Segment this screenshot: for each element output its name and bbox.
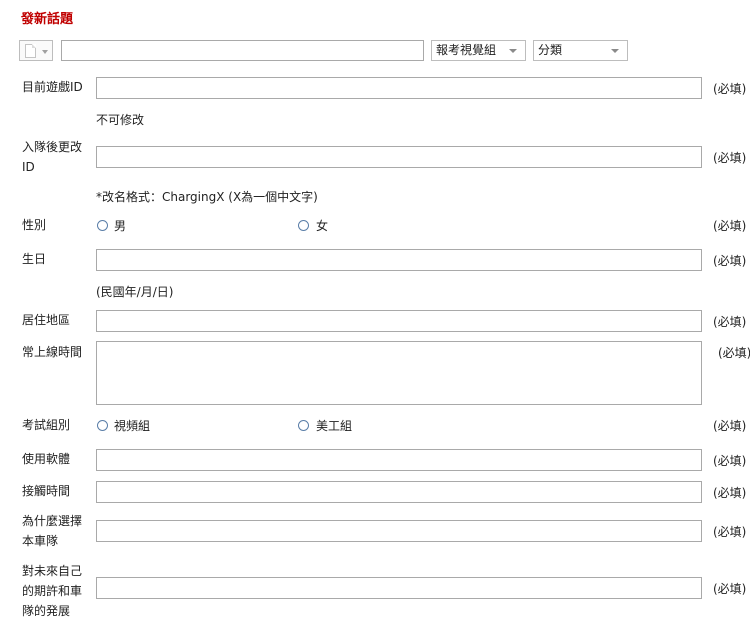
gender-radio-female[interactable]	[298, 220, 309, 231]
online-time-label: 常上線時間	[22, 345, 83, 359]
required-text: (必填)	[713, 454, 747, 468]
exam-group-option-art: 美工組	[316, 419, 353, 433]
new-id-field[interactable]	[96, 146, 702, 168]
required-text: (必填)	[713, 315, 747, 329]
current-id-field[interactable]	[96, 77, 702, 99]
contact-time-field[interactable]	[96, 481, 702, 503]
future-field[interactable]	[96, 577, 702, 599]
current-id-label: 目前遊戲ID	[22, 80, 83, 94]
gender-option-female: 女	[316, 219, 329, 233]
exam-group-radio-art[interactable]	[298, 420, 309, 431]
document-icon	[25, 44, 36, 58]
gender-radio-male[interactable]	[97, 220, 108, 231]
chevron-down-icon	[42, 50, 48, 54]
group-select-value: 報考視覺組	[436, 43, 497, 57]
required-text: (必填)	[713, 582, 747, 596]
category-select-value: 分類	[538, 43, 563, 57]
online-time-textarea[interactable]	[96, 341, 702, 405]
exam-group-label: 考試組別	[22, 418, 71, 432]
exam-group-radio-video[interactable]	[97, 420, 108, 431]
residence-label: 居住地區	[22, 313, 71, 327]
gender-label: 性別	[22, 218, 47, 232]
why-field[interactable]	[96, 520, 702, 542]
category-select[interactable]: 分類	[533, 40, 628, 61]
required-text: (必填)	[713, 525, 747, 539]
birthday-field[interactable]	[96, 249, 702, 271]
group-select[interactable]: 報考視覺組	[431, 40, 526, 61]
software-field[interactable]	[96, 449, 702, 471]
required-text: (必填)	[713, 486, 747, 500]
new-id-label: 入隊後更改ID	[22, 140, 83, 174]
required-text: (必填)	[713, 82, 747, 96]
gender-option-male: 男	[114, 219, 127, 233]
birthday-label: 生日	[22, 252, 47, 266]
page-title: 發新話題	[21, 12, 74, 27]
required-text: (必填)	[713, 419, 747, 433]
subject-input[interactable]	[61, 40, 424, 61]
chevron-down-icon	[509, 49, 517, 53]
residence-field[interactable]	[96, 310, 702, 332]
post-type-icon-dropdown[interactable]	[19, 40, 53, 61]
birthday-note: (民國年/月/日)	[96, 285, 174, 299]
why-label: 為什麼選擇本車隊	[22, 514, 83, 548]
required-text: (必填)	[713, 151, 747, 165]
future-label: 對未來自己的期許和車隊的発展	[22, 564, 83, 618]
required-text: (必填)	[718, 346, 750, 360]
contact-time-label: 接觸時間	[22, 484, 71, 498]
chevron-down-icon	[611, 49, 619, 53]
required-text: (必填)	[713, 254, 747, 268]
new-id-note: *改名格式：ChargingX (X為一個中文字)	[96, 190, 318, 204]
current-id-note: 不可修改	[96, 113, 145, 127]
required-text: (必填)	[713, 219, 747, 233]
exam-group-option-video: 視頻組	[114, 419, 151, 433]
software-label: 使用軟體	[22, 452, 71, 466]
